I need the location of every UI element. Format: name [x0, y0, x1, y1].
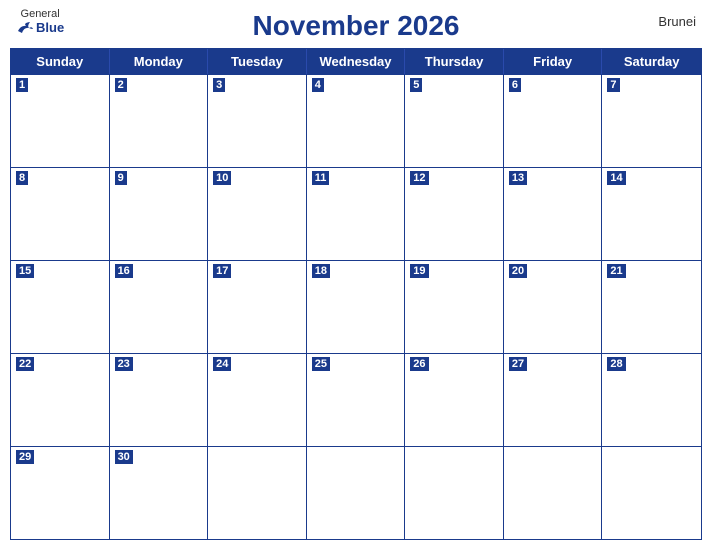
day-cell: 10 — [208, 168, 307, 260]
week-row-2: 8 9 10 11 12 13 14 — [11, 167, 701, 260]
day-header-saturday: Saturday — [602, 49, 701, 74]
day-number: 15 — [16, 264, 34, 278]
day-number: 1 — [16, 78, 28, 92]
day-number: 18 — [312, 264, 330, 278]
logo-bird-icon — [16, 21, 34, 35]
day-cell: 0 — [602, 447, 701, 539]
logo-general: General — [21, 8, 60, 20]
day-cell: 4 — [307, 75, 406, 167]
day-number: 14 — [607, 171, 625, 185]
day-cell: 28 — [602, 354, 701, 446]
day-cell: 15 — [11, 261, 110, 353]
day-cell: 0 — [504, 447, 603, 539]
day-number: 27 — [509, 357, 527, 371]
day-number: 9 — [115, 171, 127, 185]
day-cell: 5 — [405, 75, 504, 167]
day-cell: 9 — [110, 168, 209, 260]
day-number: 22 — [16, 357, 34, 371]
day-number: 13 — [509, 171, 527, 185]
day-number: 28 — [607, 357, 625, 371]
calendar-grid: SundayMondayTuesdayWednesdayThursdayFrid… — [10, 48, 702, 540]
logo: General Blue — [16, 8, 64, 35]
day-number: 17 — [213, 264, 231, 278]
country-label: Brunei — [658, 14, 696, 29]
day-header-wednesday: Wednesday — [307, 49, 406, 74]
day-cell: 8 — [11, 168, 110, 260]
day-number: 25 — [312, 357, 330, 371]
week-row-4: 22 23 24 25 26 27 28 — [11, 353, 701, 446]
day-cell: 27 — [504, 354, 603, 446]
day-number: 26 — [410, 357, 428, 371]
day-cell: 12 — [405, 168, 504, 260]
day-cell: 11 — [307, 168, 406, 260]
day-cell: 21 — [602, 261, 701, 353]
day-cell: 17 — [208, 261, 307, 353]
day-cell: 1 — [11, 75, 110, 167]
day-number: 29 — [16, 450, 34, 464]
day-cell: 0 — [208, 447, 307, 539]
week-row-5: 293000000 — [11, 446, 701, 539]
day-header-monday: Monday — [110, 49, 209, 74]
day-number: 19 — [410, 264, 428, 278]
day-cell: 3 — [208, 75, 307, 167]
week-row-3: 15 16 17 18 19 20 21 — [11, 260, 701, 353]
day-cell: 29 — [11, 447, 110, 539]
day-header-sunday: Sunday — [11, 49, 110, 74]
day-headers-row: SundayMondayTuesdayWednesdayThursdayFrid… — [11, 49, 701, 74]
day-number: 10 — [213, 171, 231, 185]
day-cell: 14 — [602, 168, 701, 260]
day-cell: 2 — [110, 75, 209, 167]
day-cell: 0 — [405, 447, 504, 539]
logo-blue: Blue — [16, 20, 64, 35]
day-cell: 25 — [307, 354, 406, 446]
day-cell: 19 — [405, 261, 504, 353]
day-cell: 26 — [405, 354, 504, 446]
weeks-container: 1234567891011121314151617181920212223242… — [11, 74, 701, 539]
day-header-tuesday: Tuesday — [208, 49, 307, 74]
day-number: 11 — [312, 171, 330, 185]
day-number: 20 — [509, 264, 527, 278]
day-cell: 22 — [11, 354, 110, 446]
day-number: 30 — [115, 450, 133, 464]
day-number: 2 — [115, 78, 127, 92]
day-header-thursday: Thursday — [405, 49, 504, 74]
day-number: 7 — [607, 78, 619, 92]
day-number: 6 — [509, 78, 521, 92]
day-number: 12 — [410, 171, 428, 185]
day-number: 3 — [213, 78, 225, 92]
day-number: 8 — [16, 171, 28, 185]
week-row-1: 1 2 3 4 5 6 7 — [11, 74, 701, 167]
calendar-title: November 2026 — [252, 10, 459, 42]
day-cell: 30 — [110, 447, 209, 539]
day-number: 16 — [115, 264, 133, 278]
day-cell: 13 — [504, 168, 603, 260]
day-cell: 16 — [110, 261, 209, 353]
day-cell: 6 — [504, 75, 603, 167]
day-number: 5 — [410, 78, 422, 92]
calendar-header: General Blue November 2026 Brunei — [0, 0, 712, 48]
day-number: 24 — [213, 357, 231, 371]
calendar-page: General Blue November 2026 Brunei Sunday… — [0, 0, 712, 550]
day-cell: 24 — [208, 354, 307, 446]
day-number: 4 — [312, 78, 324, 92]
day-number: 23 — [115, 357, 133, 371]
day-number: 21 — [607, 264, 625, 278]
day-cell: 7 — [602, 75, 701, 167]
day-cell: 20 — [504, 261, 603, 353]
day-cell: 23 — [110, 354, 209, 446]
day-cell: 0 — [307, 447, 406, 539]
day-header-friday: Friday — [504, 49, 603, 74]
day-cell: 18 — [307, 261, 406, 353]
